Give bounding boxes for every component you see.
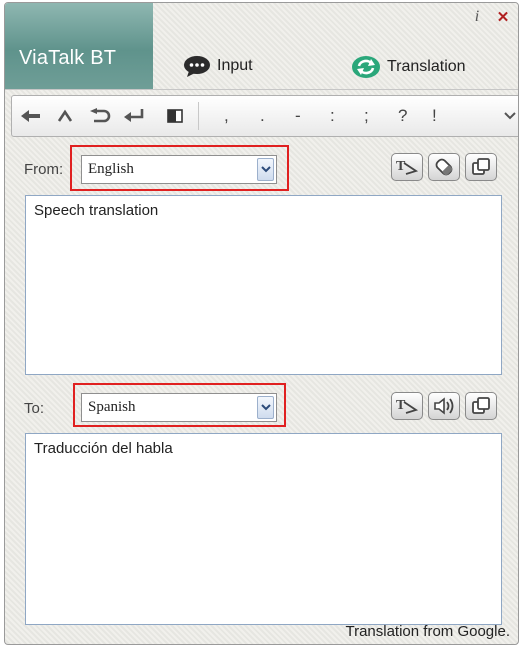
arrow-left-icon	[21, 110, 40, 122]
tab-input[interactable]: Input	[183, 55, 253, 77]
toggle-panel-button[interactable]	[160, 96, 190, 136]
chat-bubble-icon	[184, 56, 210, 77]
tab-translation-label: Translation	[387, 58, 466, 75]
target-language-highlight	[73, 383, 286, 427]
eraser-icon	[435, 158, 453, 176]
translate-icon: T	[396, 159, 419, 175]
title-buttons: i ✕	[470, 8, 510, 26]
close-icon: ✕	[496, 9, 510, 26]
svg-text:T: T	[396, 398, 406, 413]
app-window: ViaTalk BT i ✕ Input Translation , . -:…	[4, 2, 519, 645]
brand-label: ViaTalk BT	[19, 47, 117, 69]
enter-button[interactable]	[118, 96, 150, 136]
info-button[interactable]: i	[470, 8, 484, 25]
to-label: To:	[24, 400, 45, 417]
header: ViaTalk BT i ✕ Input Translation	[5, 3, 518, 90]
target-text-area: Traducción del habla	[25, 433, 502, 625]
edit-toolbar: , . - : ; ? !	[11, 95, 518, 137]
half-square-icon	[167, 109, 183, 123]
undo-button[interactable]	[84, 96, 116, 136]
target-speak-button[interactable]	[428, 392, 460, 420]
target-copy-button[interactable]	[465, 392, 497, 420]
punct-comma-button[interactable]: ,	[224, 96, 229, 136]
target-translate-button[interactable]: T	[391, 392, 423, 420]
source-clear-button[interactable]	[428, 153, 460, 181]
punct-hyphen-button[interactable]: -	[295, 96, 301, 136]
copy-icon	[472, 158, 490, 175]
svg-text:T: T	[396, 159, 406, 174]
source-text-area[interactable]: Speech translation	[25, 195, 502, 375]
caret-up-button[interactable]	[50, 96, 80, 136]
enter-icon	[124, 109, 144, 122]
punct-colon-button[interactable]: :	[330, 96, 335, 136]
punct-period-button[interactable]: .	[260, 96, 265, 136]
tab-translation[interactable]: Translation	[351, 55, 466, 79]
info-icon: i	[474, 8, 480, 25]
from-label: From:	[24, 161, 64, 178]
close-button[interactable]: ✕	[496, 9, 510, 26]
punct-exclamation-button[interactable]: !	[432, 96, 437, 136]
speaker-icon	[434, 397, 454, 415]
toolbar-more-button[interactable]	[500, 96, 518, 136]
punct-semicolon-button[interactable]: ;	[364, 96, 369, 136]
google-credit: Translation from Google.	[345, 623, 510, 640]
tab-input-label: Input	[217, 57, 253, 74]
source-language-highlight	[70, 145, 289, 191]
source-copy-button[interactable]	[465, 153, 497, 181]
copy-icon	[472, 397, 490, 414]
source-translate-button[interactable]: T	[391, 153, 423, 181]
undo-icon	[90, 108, 111, 123]
cursor-left-button[interactable]	[16, 96, 46, 136]
chevron-down-icon	[504, 112, 516, 120]
punct-question-button[interactable]: ?	[398, 96, 407, 136]
caret-up-icon	[57, 109, 73, 122]
toolbar-separator	[198, 102, 199, 130]
brand-panel: ViaTalk BT	[5, 3, 153, 89]
translate-icon: T	[396, 398, 419, 414]
refresh-icon	[352, 56, 380, 78]
